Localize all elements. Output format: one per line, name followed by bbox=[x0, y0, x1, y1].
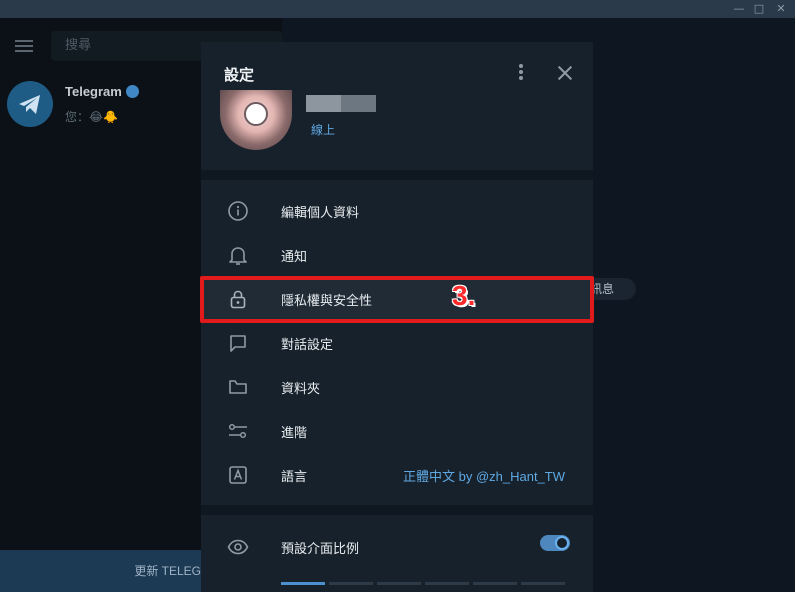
telegram-logo-icon bbox=[19, 95, 40, 114]
folder-icon bbox=[229, 380, 247, 394]
scale-step[interactable] bbox=[521, 582, 565, 585]
menu-item-label: 語言 bbox=[281, 470, 308, 485]
menu-item-default-scale[interactable]: 預設介面比例 bbox=[201, 525, 593, 569]
scale-step[interactable] bbox=[425, 582, 469, 585]
minimize-button[interactable]: — bbox=[728, 0, 750, 18]
section-divider bbox=[201, 505, 593, 515]
eye-icon bbox=[227, 539, 249, 555]
sliders-icon bbox=[228, 423, 247, 439]
bell-icon bbox=[229, 247, 247, 265]
menu-item-label: 進階 bbox=[281, 426, 308, 441]
profile-avatar[interactable] bbox=[220, 90, 292, 150]
profile-name-redacted bbox=[306, 95, 376, 112]
chat-preview: 您：😂🐥 bbox=[65, 110, 118, 124]
menu-item-advanced[interactable]: 進階 bbox=[201, 409, 593, 453]
chat-icon bbox=[230, 335, 246, 352]
menu-item-language[interactable]: 語言 正體中文 by @zh_Hant_TW bbox=[201, 453, 593, 497]
close-icon[interactable] bbox=[556, 64, 574, 82]
dialog-title: 設定 bbox=[224, 66, 255, 84]
toggle-knob bbox=[555, 536, 569, 550]
current-language-value: 正體中文 by @zh_Hant_TW bbox=[402, 469, 565, 484]
menu-item-label: 預設介面比例 bbox=[281, 542, 360, 557]
scale-step[interactable] bbox=[329, 582, 373, 585]
menu-item-label: 通知 bbox=[281, 250, 308, 265]
step-highlight-box bbox=[200, 276, 594, 323]
maximize-button[interactable]: □ bbox=[748, 0, 770, 18]
menu-item-label: 編輯個人資料 bbox=[281, 206, 360, 221]
verified-badge-icon bbox=[125, 85, 139, 98]
menu-item-folders[interactable]: 資料夾 bbox=[201, 365, 593, 409]
window-close-button[interactable]: ✕ bbox=[770, 0, 792, 18]
chat-title[interactable]: Telegram bbox=[65, 84, 139, 99]
step-number-label: 3. bbox=[452, 280, 476, 311]
scale-step[interactable] bbox=[473, 582, 517, 585]
scale-step[interactable] bbox=[281, 582, 325, 585]
section-divider bbox=[201, 170, 593, 180]
scale-step[interactable] bbox=[377, 582, 421, 585]
default-scale-toggle[interactable] bbox=[540, 535, 570, 551]
interface-scale-slider[interactable] bbox=[281, 582, 565, 585]
menu-item-label: 對話設定 bbox=[281, 338, 334, 353]
menu-item-chat-settings[interactable]: 對話設定 bbox=[201, 321, 593, 365]
info-icon bbox=[228, 201, 248, 221]
profile-photo-face bbox=[244, 102, 268, 126]
telegram-avatar[interactable] bbox=[7, 81, 53, 127]
chat-title-text: Telegram bbox=[65, 84, 122, 99]
menu-item-edit-profile[interactable]: 編輯個人資料 bbox=[201, 189, 593, 233]
hamburger-menu-icon[interactable] bbox=[15, 40, 33, 52]
window-titlebar: — □ ✕ bbox=[0, 0, 795, 18]
more-options-icon[interactable] bbox=[515, 64, 527, 84]
menu-item-notifications[interactable]: 通知 bbox=[201, 233, 593, 277]
language-icon bbox=[229, 466, 247, 484]
profile-status: 線上 bbox=[311, 123, 336, 137]
menu-item-label: 資料夾 bbox=[281, 382, 321, 397]
